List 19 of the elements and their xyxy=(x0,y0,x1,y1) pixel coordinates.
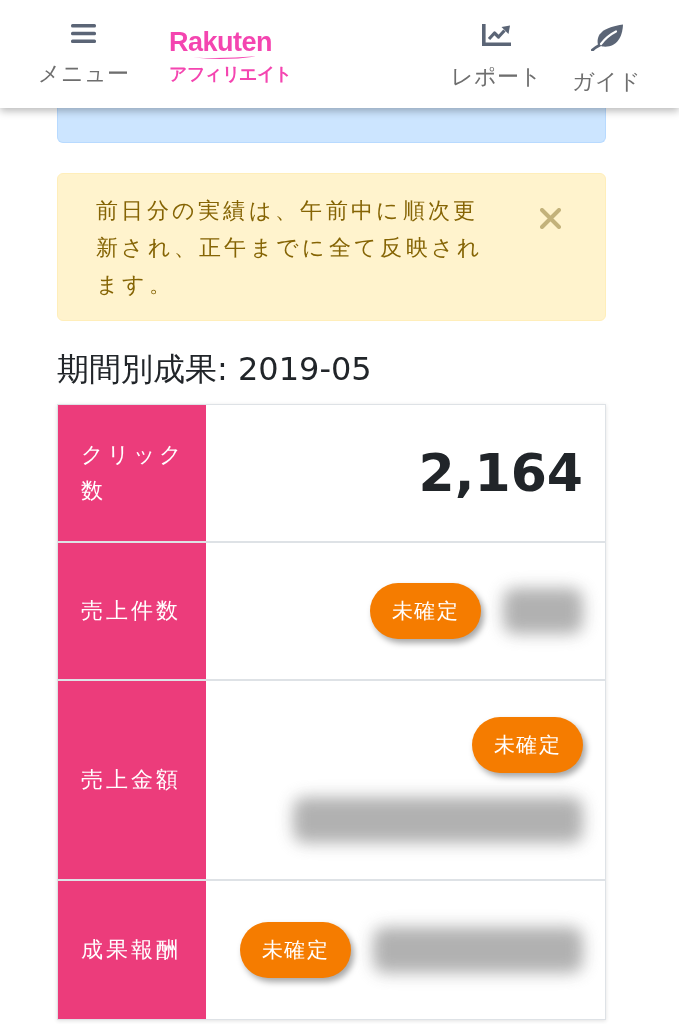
logo-brand-text[interactable]: Rakuten xyxy=(169,29,273,56)
close-icon xyxy=(540,208,561,229)
alert-text: 前日分の実績は、午前中に順次更新され、正午までに全て反映されます。 xyxy=(96,197,485,299)
row-label: 売上金額 xyxy=(58,681,206,879)
status-badge: 未確定 xyxy=(471,717,583,773)
nav-item[interactable]: ガイド xyxy=(572,0,641,97)
section-heading: 期間別成果: 2019-05 xyxy=(57,351,373,387)
nav-item[interactable]: レポート xyxy=(451,0,542,97)
status-badge: 未確定 xyxy=(239,922,351,978)
row-label: 売上件数 xyxy=(58,543,206,679)
menu-icon xyxy=(71,24,96,43)
click-count: 2,164 xyxy=(418,442,583,504)
logo-product-text[interactable]: アフィリエイト xyxy=(169,63,292,85)
status-badge: 未確定 xyxy=(369,583,481,639)
row-label: 成果報酬 xyxy=(58,881,206,1019)
menu-button[interactable]: メニュー xyxy=(38,0,129,89)
line-chart-icon xyxy=(482,24,511,46)
row-label: クリック数 xyxy=(58,405,206,541)
leaf-icon xyxy=(590,24,623,51)
